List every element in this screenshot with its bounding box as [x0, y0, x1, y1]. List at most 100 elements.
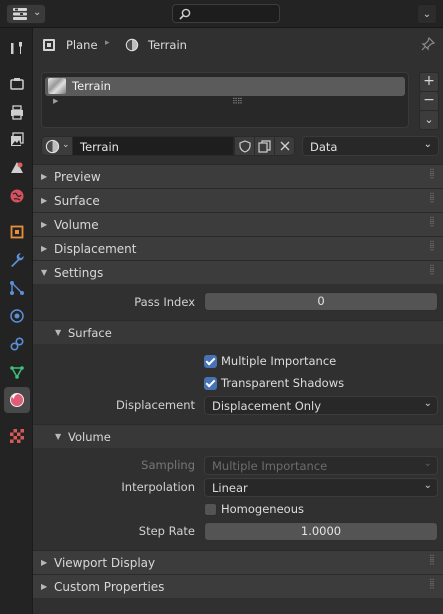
- drag-grip[interactable]: ⠿ ⠿: [429, 169, 435, 181]
- chevron-down-icon: ⌄: [423, 398, 432, 409]
- object-icon: [43, 39, 55, 51]
- world-tab[interactable]: [4, 183, 30, 209]
- remove-material-slot-button[interactable]: −: [419, 92, 439, 112]
- camera-back-icon: [10, 78, 24, 90]
- panel-title: Settings: [54, 266, 104, 280]
- subpanel-title: Volume: [68, 430, 111, 444]
- texture-tab[interactable]: [4, 423, 30, 449]
- displacement-method-dropdown[interactable]: Displacement Only ⌄: [204, 396, 438, 415]
- pin-icon[interactable]: [421, 37, 435, 51]
- breadcrumb-object: Plane: [66, 38, 98, 52]
- drag-grip[interactable]: ⠿ ⠿: [429, 217, 435, 229]
- material-sphere-icon: [10, 393, 24, 407]
- transparent-shadows-label: Transparent Shadows: [221, 376, 345, 390]
- particles-tab[interactable]: [4, 275, 30, 301]
- list-resize-grip[interactable]: ⠿⠿: [232, 97, 243, 106]
- panel-title: Preview: [54, 170, 101, 184]
- panel-custom-properties[interactable]: ▶ Custom Properties ⠿ ⠿: [33, 574, 443, 598]
- shield-icon: [238, 139, 251, 153]
- displacement-label: Displacement: [115, 398, 195, 412]
- link-mode-dropdown[interactable]: Data ⌄: [302, 136, 439, 156]
- expand-triangle-icon[interactable]: ▶: [53, 97, 58, 105]
- collapsed-triangle-icon: ▶: [41, 196, 48, 205]
- chevron-right-icon: ▸: [105, 38, 110, 48]
- drag-grip[interactable]: ⠿ ⠿: [429, 193, 435, 205]
- output-tab[interactable]: [4, 99, 30, 125]
- step-rate-label: Step Rate: [138, 524, 195, 538]
- drag-grip[interactable]: ⠿ ⠿: [429, 579, 435, 591]
- interpolation-dropdown[interactable]: Linear ⌄: [204, 478, 438, 497]
- drag-grip[interactable]: ⠿ ⠿: [429, 265, 435, 277]
- material-slot-item[interactable]: Terrain: [45, 77, 405, 96]
- expanded-triangle-icon: ▼: [55, 328, 62, 337]
- subpanel-surface[interactable]: ▼ Surface: [33, 320, 443, 344]
- interpolation-label: Interpolation: [121, 480, 195, 494]
- duplicate-material-button[interactable]: [254, 136, 275, 156]
- fake-user-button[interactable]: [234, 136, 255, 156]
- scene-tab[interactable]: [4, 155, 30, 181]
- subpanel-title: Surface: [68, 326, 112, 340]
- panel-volume[interactable]: ▶ Volume ⠿ ⠿: [33, 212, 443, 236]
- material-slots-list[interactable]: Terrain ▶ ⠿⠿: [41, 72, 409, 128]
- panel-displacement[interactable]: ▶ Displacement ⠿ ⠿: [33, 236, 443, 260]
- chevron-down-icon: ⌄: [62, 140, 70, 150]
- panel-title: Surface: [54, 194, 100, 208]
- panel-viewport-display[interactable]: ▶ Viewport Display ⠿ ⠿: [33, 550, 443, 574]
- sampling-label: Sampling: [141, 458, 195, 472]
- collapsed-triangle-icon: ▶: [41, 244, 48, 253]
- subpanel-volume[interactable]: ▼ Volume: [33, 424, 443, 448]
- expanded-triangle-icon: ▼: [41, 268, 48, 277]
- material-tab[interactable]: [4, 387, 30, 413]
- homogeneous-label: Homogeneous: [221, 502, 304, 516]
- modifiers-tab[interactable]: [4, 247, 30, 273]
- collapsed-triangle-icon: ▶: [41, 220, 48, 229]
- panel-settings[interactable]: ▼ Settings ⠿ ⠿: [33, 260, 443, 284]
- object-tab[interactable]: [4, 219, 30, 245]
- mesh-data-icon: [10, 366, 24, 379]
- editor-type-selector[interactable]: ⌄: [6, 4, 46, 24]
- constraints-tab[interactable]: [4, 331, 30, 357]
- editor-header: ⌄ ⌄: [0, 0, 443, 28]
- panel-preview[interactable]: ▶ Preview ⠿ ⠿: [33, 164, 443, 188]
- world-globe-icon: [10, 189, 24, 203]
- physics-tab[interactable]: [4, 303, 30, 329]
- drag-grip[interactable]: ⠿ ⠿: [429, 241, 435, 253]
- search-field[interactable]: [172, 4, 280, 23]
- wrench-icon: [11, 253, 24, 267]
- material-name-field[interactable]: Terrain: [72, 136, 234, 156]
- printer-icon: [11, 105, 23, 120]
- render-tab[interactable]: [4, 71, 30, 97]
- close-icon: [280, 141, 289, 151]
- material-sphere-icon: [125, 38, 139, 52]
- properties-tab-strip: [0, 28, 33, 614]
- material-selector-row: ⌄ Terrain Data ⌄: [41, 136, 439, 156]
- multiple-importance-checkbox[interactable]: [204, 355, 217, 368]
- multiple-importance-label: Multiple Importance: [221, 354, 337, 368]
- view-layer-tab[interactable]: [4, 127, 30, 153]
- settings-panel-body: Pass Index 0 ▼ Surface Multiple Importan…: [33, 284, 443, 552]
- material-sphere-icon: [45, 139, 60, 154]
- volume-sampling-dropdown: Multiple Importance ⌄: [204, 456, 438, 475]
- panel-title: Displacement: [54, 242, 137, 256]
- collapsed-triangle-icon: ▶: [41, 172, 48, 181]
- volume-sampling-value: Multiple Importance: [212, 459, 328, 473]
- data-tab[interactable]: [4, 359, 30, 385]
- material-specials-button[interactable]: ⌄: [419, 110, 439, 130]
- add-material-slot-button[interactable]: +: [419, 72, 439, 92]
- link-mode-value: Data: [310, 140, 338, 154]
- interpolation-value: Linear: [212, 481, 248, 495]
- homogeneous-checkbox[interactable]: [204, 503, 217, 516]
- step-rate-field[interactable]: 1.0000: [204, 522, 438, 541]
- transparent-shadows-checkbox[interactable]: [204, 377, 217, 390]
- unlink-material-button[interactable]: [274, 136, 295, 156]
- drag-grip[interactable]: ⠿ ⠿: [429, 555, 435, 567]
- tool-tab[interactable]: [4, 35, 30, 61]
- panel-surface[interactable]: ▶ Surface ⠿ ⠿: [33, 188, 443, 212]
- chevron-down-icon[interactable]: ⌄: [417, 4, 437, 24]
- constraint-icon: [10, 337, 24, 351]
- material-thumbnail: [48, 78, 66, 94]
- panel-title: Viewport Display: [54, 556, 156, 570]
- material-slot-label: Terrain: [72, 79, 111, 93]
- browse-material-button[interactable]: ⌄: [41, 136, 73, 156]
- pass-index-field[interactable]: 0: [204, 292, 438, 311]
